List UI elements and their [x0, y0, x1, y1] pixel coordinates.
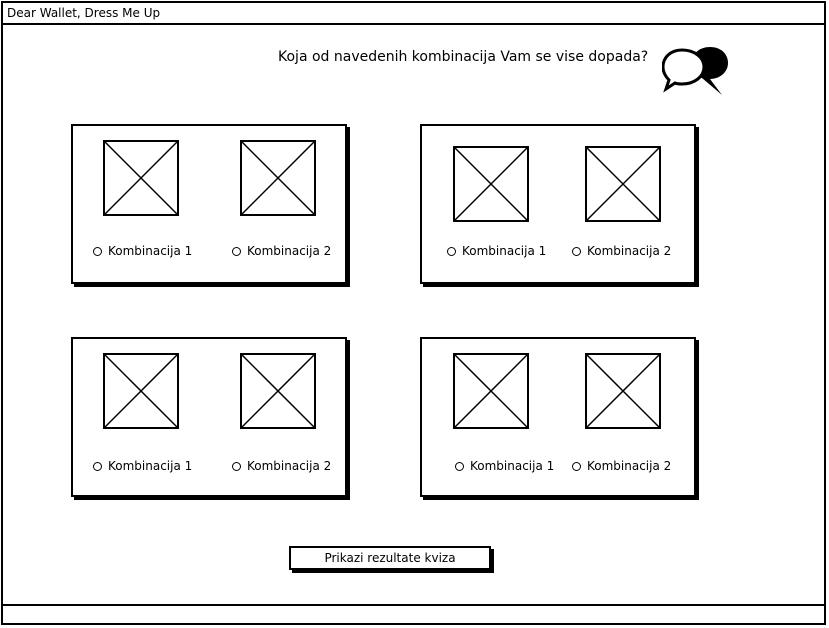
app-window: Dear Wallet, Dress Me Up Koja od naveden…	[1, 1, 826, 625]
radio-button[interactable]	[572, 461, 581, 471]
radio-label: Kombinacija 1	[108, 459, 193, 473]
radio-option-1[interactable]: Kombinacija 1	[447, 244, 546, 258]
radio-label: Kombinacija 2	[587, 244, 672, 258]
footer-bar	[3, 604, 824, 623]
radio-label: Kombinacija 1	[462, 244, 547, 258]
radio-option-2[interactable]: Kombinacija 2	[232, 459, 331, 473]
image-placeholder-icon	[453, 353, 529, 429]
image-placeholder-icon	[585, 146, 661, 222]
combination-panel-4: Kombinacija 1 Kombinacija 2	[420, 337, 696, 497]
radio-option-1[interactable]: Kombinacija 1	[93, 459, 192, 473]
radio-label: Kombinacija 2	[587, 459, 672, 473]
combination-panel-1: Kombinacija 1 Kombinacija 2	[71, 124, 347, 284]
combination-panel-3: Kombinacija 1 Kombinacija 2	[71, 337, 347, 497]
quiz-question: Koja od navedenih kombinacija Vam se vis…	[278, 49, 649, 65]
image-placeholder-icon	[103, 140, 179, 216]
image-placeholder-icon	[240, 353, 316, 429]
radio-option-2[interactable]: Kombinacija 2	[572, 244, 671, 258]
radio-option-1[interactable]: Kombinacija 1	[455, 459, 554, 473]
radio-option-2[interactable]: Kombinacija 2	[572, 459, 671, 473]
radio-button[interactable]	[447, 246, 456, 256]
image-placeholder-icon	[103, 353, 179, 429]
radio-button[interactable]	[455, 461, 464, 471]
radio-option-1[interactable]: Kombinacija 1	[93, 244, 192, 258]
radio-option-2[interactable]: Kombinacija 2	[232, 244, 331, 258]
combination-panel-2: Kombinacija 1 Kombinacija 2	[420, 124, 696, 284]
radio-label: Kombinacija 1	[108, 244, 193, 258]
radio-button[interactable]	[232, 246, 241, 256]
chat-bubbles-icon	[662, 47, 728, 95]
radio-button[interactable]	[572, 246, 581, 256]
radio-button[interactable]	[93, 246, 102, 256]
image-placeholder-icon	[240, 140, 316, 216]
radio-label: Kombinacija 2	[247, 244, 332, 258]
radio-label: Kombinacija 1	[470, 459, 555, 473]
radio-button[interactable]	[232, 461, 241, 471]
radio-label: Kombinacija 2	[247, 459, 332, 473]
image-placeholder-icon	[453, 146, 529, 222]
image-placeholder-icon	[585, 353, 661, 429]
show-quiz-results-button[interactable]: Prikazi rezultate kviza	[289, 546, 491, 570]
radio-button[interactable]	[93, 461, 102, 471]
window-title: Dear Wallet, Dress Me Up	[3, 3, 824, 25]
